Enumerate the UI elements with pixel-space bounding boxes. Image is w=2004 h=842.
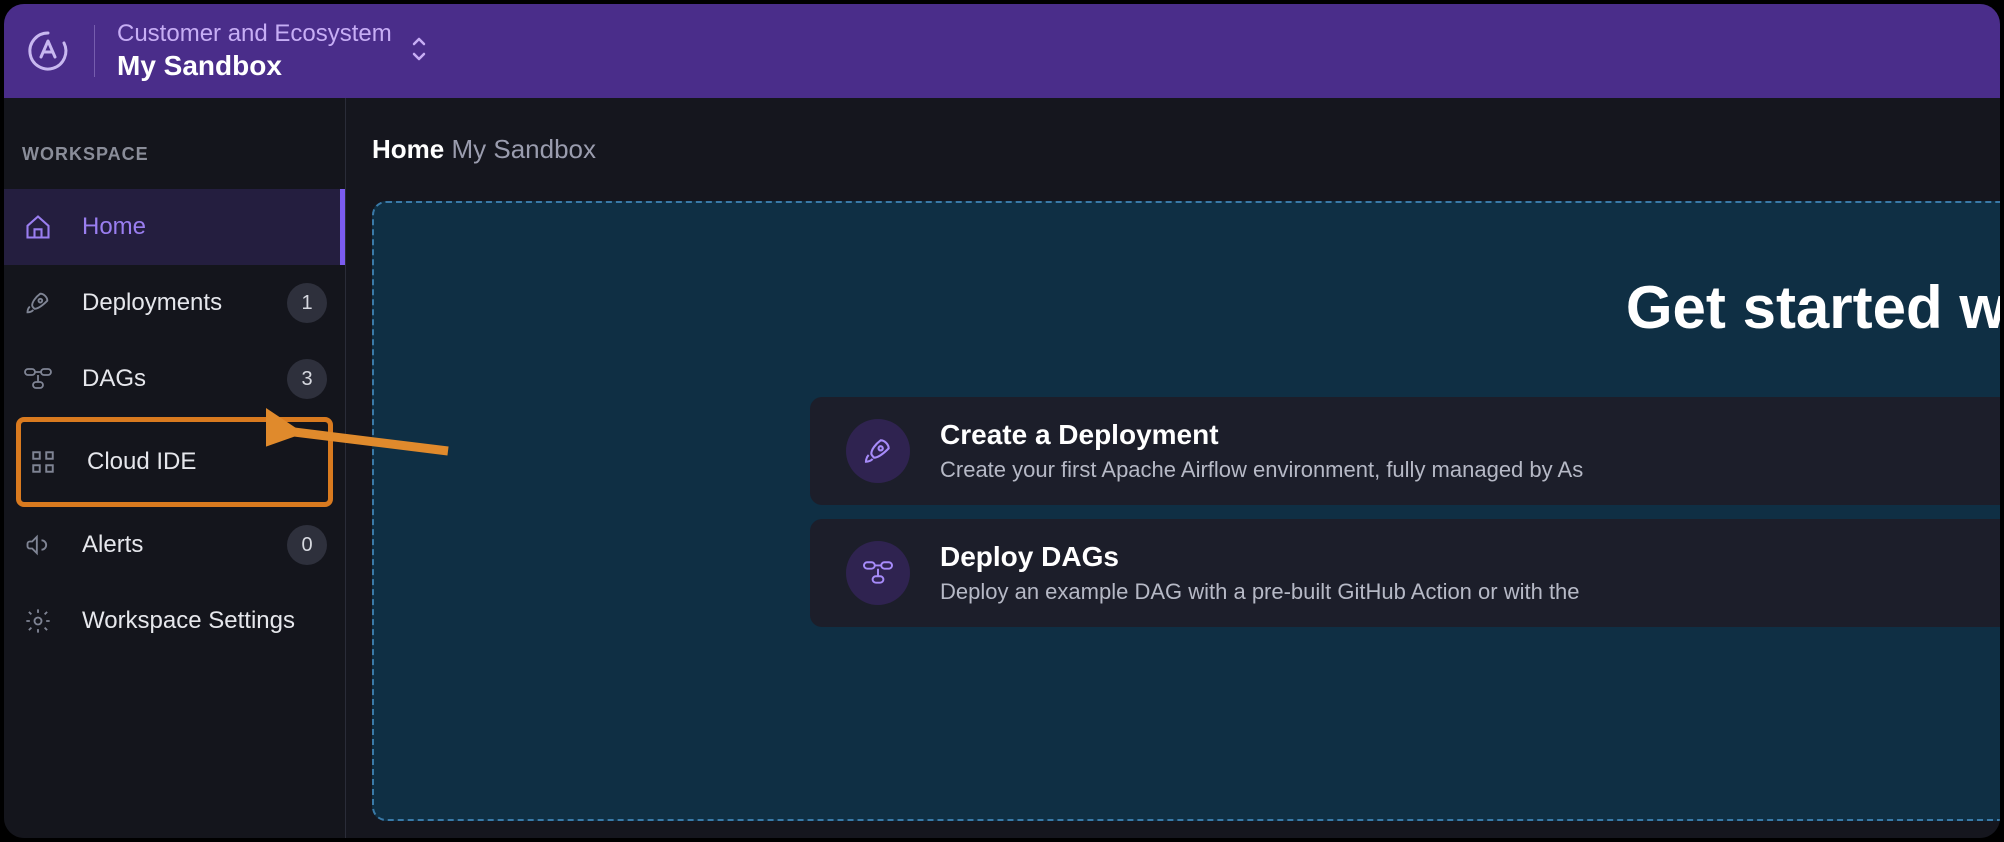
breadcrumb-root[interactable]: Home [372,134,444,164]
count-badge: 3 [287,359,327,399]
sidebar-item-dags[interactable]: DAGs 3 [4,341,345,417]
workspace-name: My Sandbox [117,50,392,82]
megaphone-icon [22,531,54,559]
sidebar-item-label: DAGs [82,365,259,393]
sidebar-item-label: Home [82,213,327,241]
hero-title: Get started w [1626,273,2000,342]
sidebar-item-label: Deployments [82,289,259,317]
dag-icon [846,541,910,605]
sidebar-item-label: Alerts [82,531,259,559]
sidebar-item-deployments[interactable]: Deployments 1 [4,265,345,341]
grid-icon [27,449,59,475]
sidebar: WORKSPACE Home Deployments 1 DAGs 3 [4,98,346,838]
gear-icon [22,607,54,635]
home-icon [22,213,54,241]
sidebar-item-label: Workspace Settings [82,607,327,635]
rocket-icon [22,289,54,317]
get-started-hero: Get started w Create a Deployment Create… [372,201,2000,821]
dag-icon [22,366,54,392]
count-badge: 1 [287,283,327,323]
card-desc: Deploy an example DAG with a pre-built G… [940,579,1580,605]
astronomer-logo[interactable] [24,27,72,75]
main-content: Home My Sandbox Get started w Create a D… [346,98,2000,838]
card-desc: Create your first Apache Airflow environ… [940,457,1583,483]
sidebar-item-workspace-settings[interactable]: Workspace Settings [4,583,345,659]
org-name: Customer and Ecosystem [117,20,392,48]
card-create-deployment[interactable]: Create a Deployment Create your first Ap… [810,397,2000,505]
chevron-updown-icon [410,36,428,67]
count-badge: 0 [287,525,327,565]
sidebar-item-home[interactable]: Home [4,189,345,265]
card-title: Deploy DAGs [940,541,1580,573]
breadcrumb-current: My Sandbox [451,134,596,164]
rocket-icon [846,419,910,483]
top-header: Customer and Ecosystem My Sandbox [4,4,2000,98]
sidebar-heading: WORKSPACE [4,128,345,189]
card-title: Create a Deployment [940,419,1583,451]
workspace-picker[interactable]: Customer and Ecosystem My Sandbox [117,20,428,82]
sidebar-item-cloud-ide[interactable]: Cloud IDE [21,422,328,502]
card-deploy-dags[interactable]: Deploy DAGs Deploy an example DAG with a… [810,519,2000,627]
sidebar-item-alerts[interactable]: Alerts 0 [4,507,345,583]
annotation-highlight: Cloud IDE [16,417,333,507]
breadcrumb: Home My Sandbox [346,98,2000,201]
header-separator [94,25,95,77]
sidebar-item-label: Cloud IDE [87,448,322,476]
